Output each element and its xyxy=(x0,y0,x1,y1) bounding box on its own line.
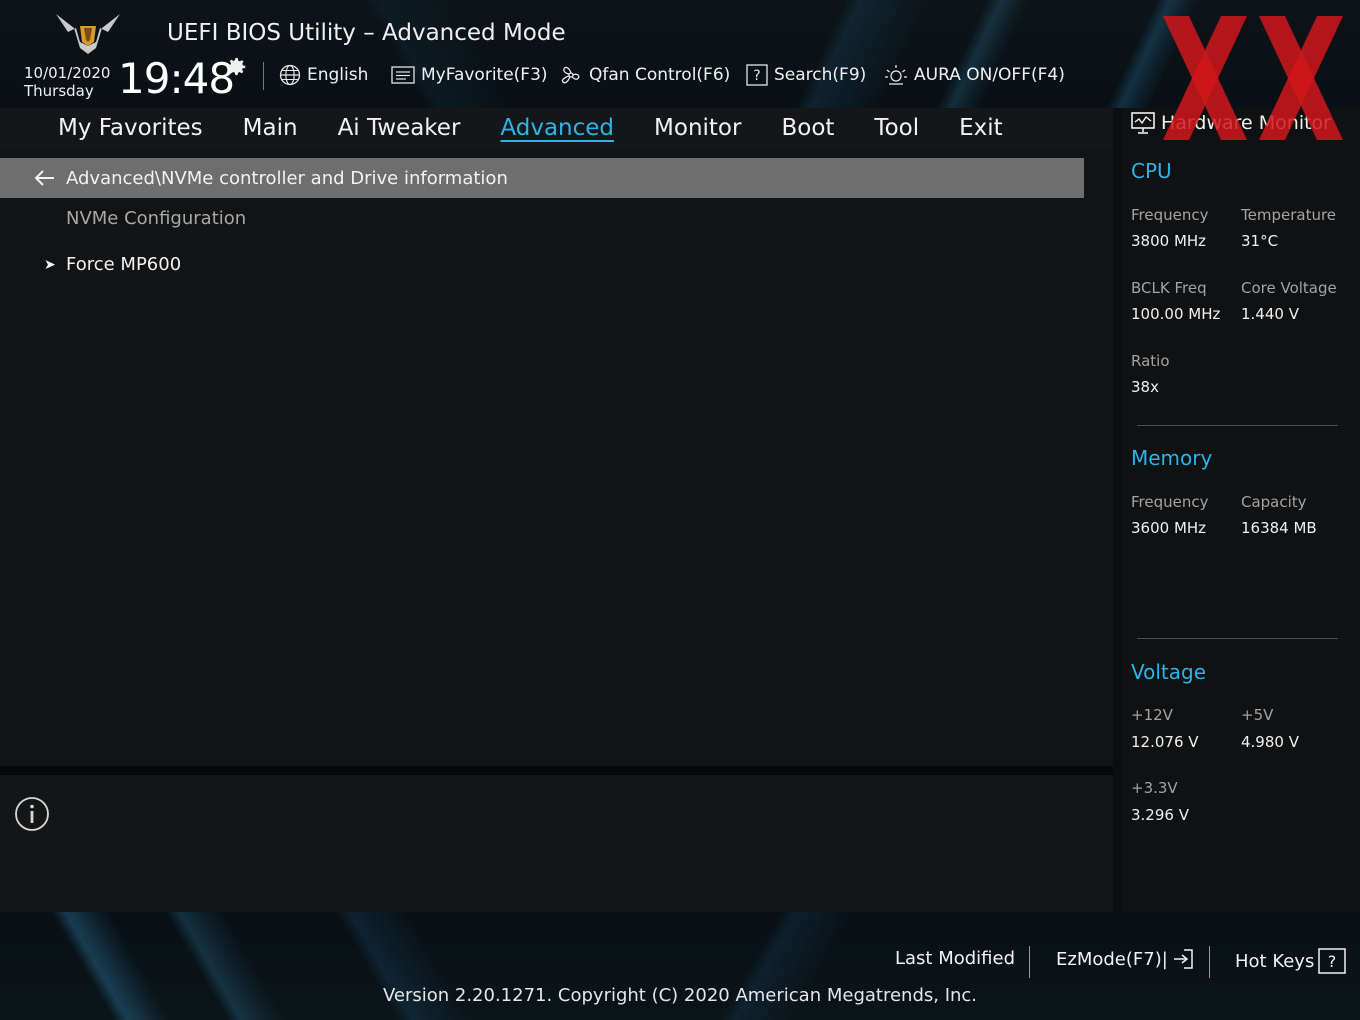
cpu-temperature-label: Temperature xyxy=(1241,206,1337,224)
bclk-freq-value: 100.00 MHz xyxy=(1131,305,1221,323)
aura-label: AURA ON/OFF(F4) xyxy=(914,65,1065,85)
settings-panel: Advanced\NVMe controller and Drive infor… xyxy=(0,148,1113,766)
myfavorite-button[interactable]: MyFavorite(F3) xyxy=(391,62,548,88)
hw-separator xyxy=(1137,425,1338,426)
hot-keys-label: Hot Keys xyxy=(1235,950,1315,972)
v33-label: +3.3V xyxy=(1131,779,1178,797)
hardware-monitor-panel: Hardware Monitor CPU Frequency Temperatu… xyxy=(1121,108,1360,912)
section-label: NVMe Configuration xyxy=(66,208,247,229)
hw-separator xyxy=(1137,638,1338,639)
v5-value: 4.980 V xyxy=(1241,733,1299,751)
globe-icon xyxy=(279,64,301,86)
main-menu-bar: My Favorites Main Ai Tweaker Advanced Mo… xyxy=(0,108,1113,148)
footer-separator xyxy=(1209,946,1210,978)
svg-text:?: ? xyxy=(753,68,760,84)
memory-frequency-label: Frequency xyxy=(1131,493,1209,511)
breadcrumb: Advanced\NVMe controller and Drive infor… xyxy=(0,158,1084,198)
cpu-frequency-value: 3800 MHz xyxy=(1131,232,1207,250)
help-description-box xyxy=(0,775,1113,912)
tab-main[interactable]: Main xyxy=(223,111,318,145)
memory-capacity-value: 16384 MB xyxy=(1241,519,1317,537)
monitor-icon xyxy=(1131,112,1155,134)
exit-arrow-icon xyxy=(1173,949,1193,969)
ezmode-label: EzMode(F7)| xyxy=(1056,948,1168,970)
cpu-frequency-label: Frequency xyxy=(1131,206,1209,224)
tab-advanced[interactable]: Advanced xyxy=(480,111,634,145)
memory-capacity-label: Capacity xyxy=(1241,493,1307,511)
last-modified-button[interactable]: Last Modified xyxy=(895,948,1015,969)
cpu-temperature-value: 31°C xyxy=(1241,232,1279,250)
voltage-heading: Voltage xyxy=(1131,660,1207,684)
search-button[interactable]: ? Search(F9) xyxy=(746,62,866,88)
aura-light-icon xyxy=(885,65,907,85)
header-separator xyxy=(263,62,264,90)
aura-toggle-button[interactable]: AURA ON/OFF(F4) xyxy=(884,62,1065,88)
clock: 19:48 xyxy=(118,54,235,103)
app-title: UEFI BIOS Utility – Advanced Mode xyxy=(167,20,566,46)
hot-keys-button[interactable]: Hot Keys ? xyxy=(1235,948,1347,974)
date-text: 10/01/2020 xyxy=(24,64,111,82)
info-icon xyxy=(15,797,49,831)
breadcrumb-path: Advanced\NVMe controller and Drive infor… xyxy=(66,167,508,189)
tab-exit[interactable]: Exit xyxy=(939,111,1023,145)
help-icon: ? xyxy=(1318,948,1347,974)
tab-monitor[interactable]: Monitor xyxy=(634,111,761,145)
svg-text:?: ? xyxy=(1328,952,1337,971)
qfan-control-button[interactable]: Qfan Control(F6) xyxy=(559,62,730,88)
language-button[interactable]: English xyxy=(279,62,368,88)
chevron-right-icon: ➤ xyxy=(44,256,56,273)
hardware-monitor-header: Hardware Monitor xyxy=(1131,112,1331,134)
tab-tool[interactable]: Tool xyxy=(854,111,939,145)
core-voltage-label: Core Voltage xyxy=(1241,279,1337,297)
bclk-freq-label: BCLK Freq xyxy=(1131,279,1207,297)
ratio-label: Ratio xyxy=(1131,352,1170,370)
list-item-label: Force MP600 xyxy=(66,254,182,275)
tuf-logo-icon xyxy=(56,14,120,54)
day-text: Thursday xyxy=(24,82,94,100)
tab-ai-tweaker[interactable]: Ai Tweaker xyxy=(318,111,481,145)
memory-frequency-value: 3600 MHz xyxy=(1131,519,1207,537)
menu-tabs: My Favorites Main Ai Tweaker Advanced Mo… xyxy=(58,111,1023,145)
fan-icon xyxy=(561,66,580,84)
ezmode-button[interactable]: EzMode(F7)| xyxy=(1056,948,1194,970)
footer-separator xyxy=(1029,946,1030,978)
tab-my-favorites[interactable]: My Favorites xyxy=(58,111,223,145)
hardware-monitor-title: Hardware Monitor xyxy=(1161,112,1331,134)
date-display: 10/01/2020 Thursday xyxy=(24,64,110,100)
core-voltage-value: 1.440 V xyxy=(1241,305,1299,323)
ratio-value: 38x xyxy=(1131,378,1159,396)
v12-label: +12V xyxy=(1131,706,1173,724)
back-arrow-icon[interactable] xyxy=(30,167,60,189)
favorite-list-icon xyxy=(391,66,415,84)
list-item-force-mp600[interactable]: ➤ Force MP600 xyxy=(44,254,181,275)
version-copyright: Version 2.20.1271. Copyright (C) 2020 Am… xyxy=(382,985,978,1006)
language-label: English xyxy=(307,65,369,85)
gear-icon[interactable] xyxy=(226,56,248,78)
cpu-heading: CPU xyxy=(1131,159,1172,183)
help-search-icon: ? xyxy=(746,64,768,86)
v12-value: 12.076 V xyxy=(1131,733,1199,751)
myfavorite-label: MyFavorite(F3) xyxy=(421,65,548,85)
search-label: Search(F9) xyxy=(774,65,867,85)
panel-divider xyxy=(0,766,1113,775)
v33-value: 3.296 V xyxy=(1131,806,1189,824)
v5-label: +5V xyxy=(1241,706,1274,724)
memory-heading: Memory xyxy=(1131,446,1213,470)
qfan-label: Qfan Control(F6) xyxy=(589,65,731,85)
tab-boot[interactable]: Boot xyxy=(761,111,854,145)
